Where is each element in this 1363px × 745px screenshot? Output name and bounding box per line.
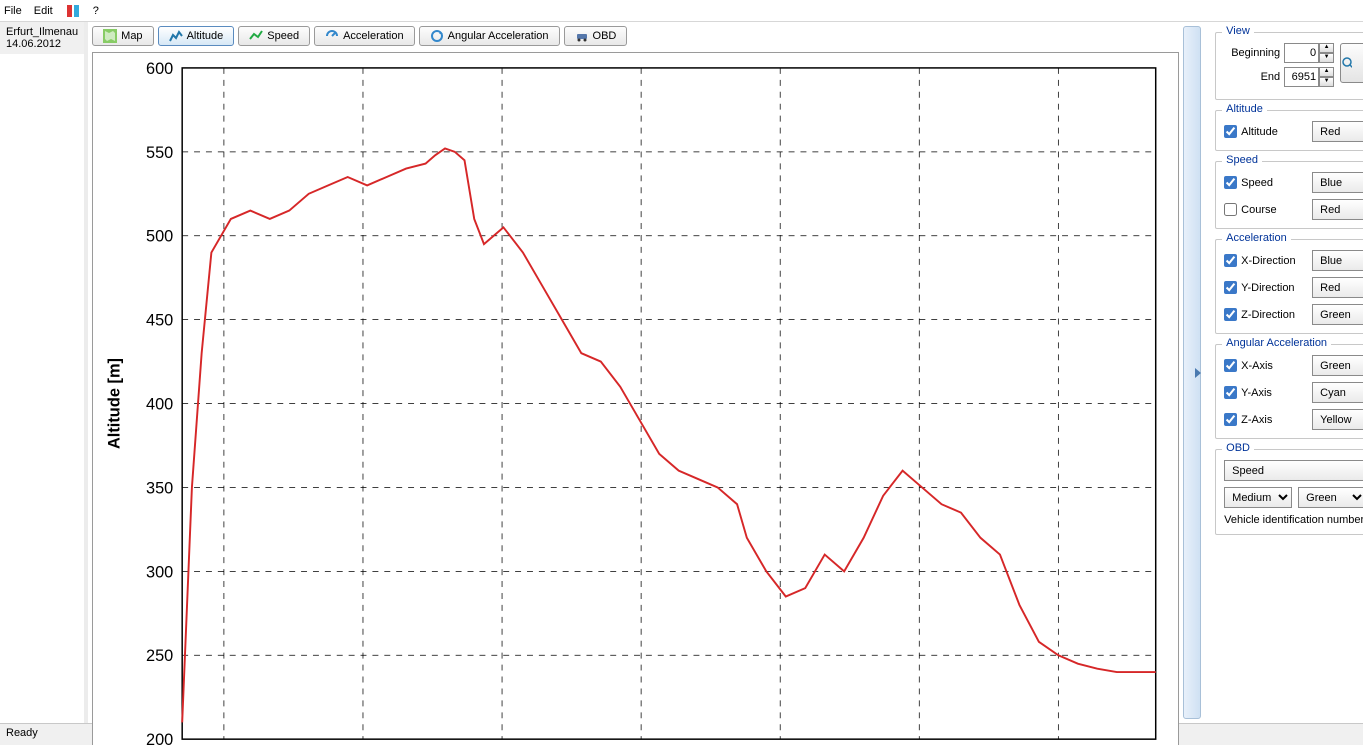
- svg-text:450: 450: [146, 312, 173, 330]
- tab-label: Speed: [267, 30, 299, 42]
- altitude-chart: 20025030035040045050055060016:38:30:6251…: [92, 52, 1179, 745]
- check-ang-z[interactable]: Z-Axis: [1224, 413, 1306, 426]
- map-icon: [103, 29, 117, 43]
- svg-text:250: 250: [146, 647, 173, 665]
- tree-item-dataset[interactable]: Erfurt_Ilmenau 14.06.2012: [0, 22, 84, 54]
- check-accel-y[interactable]: Y-Direction: [1224, 281, 1306, 294]
- group-obd: OBD Speed Medium Green Vehicle identific…: [1215, 449, 1363, 535]
- altitude-icon: [169, 29, 183, 43]
- menu-help[interactable]: ?: [93, 5, 99, 17]
- app-icon[interactable]: [65, 3, 81, 19]
- group-title: View: [1222, 26, 1254, 37]
- group-angular: Angular Acceleration X-Axis Green Medium…: [1215, 344, 1363, 439]
- tab-altitude[interactable]: Altitude: [158, 26, 235, 46]
- menubar: File Edit ?: [0, 0, 1363, 22]
- svg-text:Altitude [m]: Altitude [m]: [106, 358, 124, 449]
- status-text: Ready: [6, 727, 38, 739]
- tab-obd[interactable]: OBD: [564, 26, 628, 46]
- menu-file[interactable]: File: [4, 5, 22, 17]
- ang-x-color[interactable]: Green: [1312, 355, 1363, 376]
- end-input[interactable]: [1284, 67, 1319, 87]
- tab-label: OBD: [593, 30, 617, 42]
- obd-param-select[interactable]: Speed: [1224, 460, 1363, 481]
- menu-edit[interactable]: Edit: [34, 5, 53, 17]
- angular-icon: [430, 29, 444, 43]
- tab-speed[interactable]: Speed: [238, 26, 310, 46]
- tab-angular-acceleration[interactable]: Angular Acceleration: [419, 26, 560, 46]
- tab-acceleration[interactable]: Acceleration: [314, 26, 415, 46]
- acceleration-icon: [325, 29, 339, 43]
- check-accel-z[interactable]: Z-Direction: [1224, 308, 1306, 321]
- car-icon: [575, 29, 589, 43]
- svg-text:500: 500: [146, 228, 173, 246]
- vin-label: Vehicle identification number:: [1224, 514, 1363, 526]
- course-color-select[interactable]: Red: [1312, 199, 1363, 220]
- obd-color-select[interactable]: Green: [1298, 487, 1363, 508]
- tab-label: Map: [121, 30, 142, 42]
- group-title: Acceleration: [1222, 232, 1291, 244]
- accel-z-color[interactable]: Green: [1312, 304, 1363, 325]
- group-title: Angular Acceleration: [1222, 337, 1331, 349]
- group-speed: Speed Speed Blue Thin Course Red Medium: [1215, 161, 1363, 229]
- zoom-icon: [1341, 56, 1352, 70]
- obd-width-select[interactable]: Medium: [1224, 487, 1292, 508]
- group-title: Altitude: [1222, 103, 1267, 115]
- svg-text:300: 300: [146, 563, 173, 581]
- svg-text:200: 200: [146, 731, 173, 745]
- group-altitude: Altitude Altitude Red Thin: [1215, 110, 1363, 151]
- tab-map[interactable]: Map: [92, 26, 153, 46]
- check-course[interactable]: Course: [1224, 203, 1306, 216]
- view-tabs: Map Altitude Speed Acceleration Angular …: [92, 26, 1179, 46]
- label-beginning: Beginning: [1231, 47, 1280, 59]
- panel-splitter[interactable]: [1183, 26, 1201, 719]
- ang-y-color[interactable]: Cyan: [1312, 382, 1363, 403]
- group-title: OBD: [1222, 442, 1254, 454]
- check-altitude[interactable]: Altitude: [1224, 125, 1306, 138]
- end-spinner[interactable]: ▲▼: [1284, 67, 1334, 87]
- group-view: View Beginning ▲▼ End: [1215, 32, 1363, 100]
- svg-text:550: 550: [146, 144, 173, 162]
- ang-z-color[interactable]: Yellow: [1312, 409, 1363, 430]
- sidebar-tree: Erfurt_Ilmenau 14.06.2012: [0, 22, 88, 723]
- accel-y-color[interactable]: Red: [1312, 277, 1363, 298]
- svg-text:400: 400: [146, 395, 173, 413]
- tab-label: Angular Acceleration: [448, 30, 549, 42]
- beginning-spinner[interactable]: ▲▼: [1284, 43, 1334, 63]
- settings-panel: View Beginning ▲▼ End: [1205, 26, 1363, 719]
- check-speed[interactable]: Speed: [1224, 176, 1306, 189]
- svg-text:600: 600: [146, 60, 173, 78]
- reset-zoom-button[interactable]: Reset zoom: [1340, 43, 1363, 83]
- check-ang-x[interactable]: X-Axis: [1224, 359, 1306, 372]
- check-accel-x[interactable]: X-Direction: [1224, 254, 1306, 267]
- group-acceleration: Acceleration X-Direction Blue Thin Y-Dir…: [1215, 239, 1363, 334]
- check-ang-y[interactable]: Y-Axis: [1224, 386, 1306, 399]
- svg-text:350: 350: [146, 479, 173, 497]
- speed-color-select[interactable]: Blue: [1312, 172, 1363, 193]
- altitude-color-select[interactable]: Red: [1312, 121, 1363, 142]
- label-end: End: [1261, 71, 1281, 83]
- beginning-input[interactable]: [1284, 43, 1319, 63]
- tab-label: Acceleration: [343, 30, 404, 42]
- accel-x-color[interactable]: Blue: [1312, 250, 1363, 271]
- speed-icon: [249, 29, 263, 43]
- group-title: Speed: [1222, 154, 1262, 166]
- tab-label: Altitude: [187, 30, 224, 42]
